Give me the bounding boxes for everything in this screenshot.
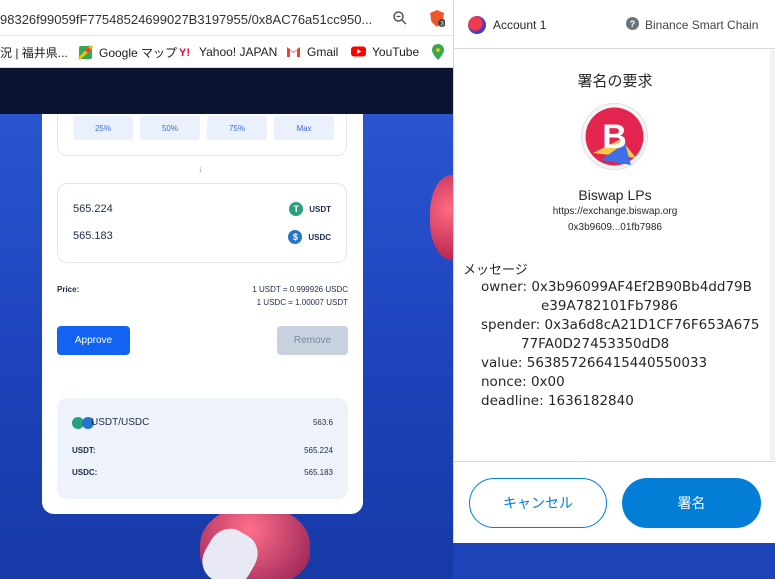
dapp-header xyxy=(0,68,453,114)
message-row-nonce: nonce: 0x00 xyxy=(481,373,771,392)
message-value: 0x00 xyxy=(530,374,565,390)
network-help-icon: ? xyxy=(626,17,639,30)
bookmark-label: Yahoo! JAPAN xyxy=(199,44,278,59)
yahoo-icon: Y! xyxy=(179,47,190,59)
remove-button[interactable]: Remove xyxy=(277,326,348,355)
url-text[interactable]: 98326f99059fF77548524699027B3197955/0x8A… xyxy=(0,12,380,27)
site-url: https://exchange.biswap.org xyxy=(552,206,678,217)
token-a-amount: 565.224 xyxy=(73,203,113,215)
metamask-footer: キャンセル 署名 xyxy=(454,461,775,543)
message-row-spender: spender: 0x3a6d8cA21D1CF76F653A675 xyxy=(481,316,771,335)
account-name[interactable]: Account 1 xyxy=(493,18,546,32)
bookmark-google-maps[interactable]: Google マップ xyxy=(78,44,177,61)
message-key: spender: xyxy=(481,317,541,333)
cancel-button[interactable]: キャンセル xyxy=(469,478,607,528)
pool-row-value: 565.224 xyxy=(304,446,333,455)
svg-text:Y!: Y! xyxy=(179,47,190,59)
pool-row-value: 565.183 xyxy=(304,468,333,477)
price-line-2: 1 USDC = 1.00007 USDT xyxy=(256,298,348,307)
account-avatar[interactable] xyxy=(468,16,486,34)
token-a: T USDT xyxy=(289,202,331,216)
token-b: $ USDC xyxy=(288,230,331,244)
address-bar[interactable]: 98326f99059fF77548524699027B3197955/0x8A… xyxy=(0,0,453,36)
bookmarks-bar: 況 | 福井県... Google マップ Y! Yahoo! JAPAN Gm… xyxy=(0,36,453,68)
biswap-logo-icon: B xyxy=(581,103,648,170)
pool-row-label: USDC: xyxy=(72,468,98,477)
liquidity-card: 25% 50% 75% Max ↓ 565.224 T USDT 565.183… xyxy=(42,114,363,514)
message-body: owner: 0x3b96099AF4Ef2B90Bb4dd79B e39A78… xyxy=(481,278,771,411)
percent-50-button[interactable]: 50% xyxy=(140,116,200,140)
usdc-icon: $ xyxy=(288,230,303,244)
metamask-header: Account 1 ? Binance Smart Chain xyxy=(454,0,775,49)
message-key: owner: xyxy=(481,279,528,295)
message-row-owner: owner: 0x3b96099AF4Ef2B90Bb4dd79B xyxy=(481,278,771,297)
price-label: Price: xyxy=(57,285,80,294)
percent-max-button[interactable]: Max xyxy=(274,116,334,140)
map-pin-icon[interactable] xyxy=(432,44,444,60)
message-value: 1636182840 xyxy=(547,393,634,409)
message-value: 0x3b96099AF4Ef2B90Bb4dd79B xyxy=(531,279,752,295)
percent-75-button[interactable]: 75% xyxy=(207,116,267,140)
token-b-symbol: USDC xyxy=(308,232,331,242)
sign-button[interactable]: 署名 xyxy=(622,478,761,528)
message-key: deadline: xyxy=(481,393,544,409)
token-a-symbol: USDT xyxy=(309,204,331,214)
usdt-icon: T xyxy=(289,202,304,216)
pool-pair-value: 563.6 xyxy=(312,418,333,427)
gmail-icon xyxy=(287,47,300,57)
receive-amounts: 565.224 T USDT 565.183 $ USDC xyxy=(57,183,347,263)
percent-25-button[interactable]: 25% xyxy=(73,116,133,140)
google-maps-icon xyxy=(78,45,93,60)
youtube-icon xyxy=(351,46,366,57)
bookmark-yahoo[interactable]: Y! Yahoo! JAPAN xyxy=(178,44,278,60)
message-value-cont: e39A782101Fb7986 xyxy=(541,298,678,314)
message-value: 0x3a6d8cA21D1CF76F653A675 xyxy=(544,317,760,333)
bookmark-youtube[interactable]: YouTube xyxy=(351,44,419,59)
bookmark-label: YouTube xyxy=(372,44,420,59)
pool-pair-name: USDT/USDC xyxy=(91,417,150,428)
bookmark-item[interactable]: 況 | 福井県... xyxy=(0,44,68,61)
pool-row-label: USDT: xyxy=(72,446,96,455)
arrow-down-icon: ↓ xyxy=(198,164,203,175)
zoom-icon[interactable] xyxy=(392,10,408,26)
bookmark-label: 況 | 福井県... xyxy=(0,46,68,60)
network-name[interactable]: Binance Smart Chain xyxy=(645,18,758,32)
price-line-1: 1 USDT = 0.999926 USDC xyxy=(252,285,348,294)
scrollbar[interactable] xyxy=(770,50,775,460)
signature-request-title: 署名の要求 xyxy=(577,73,653,90)
contract-address: 0x3b9609...01fb7986 xyxy=(568,222,662,233)
message-row-value: value: 563857266415440550033 xyxy=(481,354,771,373)
percent-selector: 25% 50% 75% Max xyxy=(57,114,347,156)
brave-shield-icon[interactable]: 3 xyxy=(429,10,445,27)
message-key: nonce: xyxy=(481,374,527,390)
message-value-cont: 77FA0D27453350dD8 xyxy=(521,336,670,352)
metamask-popup: Account 1 ? Binance Smart Chain 署名の要求 B … xyxy=(453,0,775,543)
message-value: 563857266415440550033 xyxy=(526,355,708,371)
pool-position: USDT/USDC 563.6 USDT: 565.224 USDC: 565.… xyxy=(57,398,348,499)
site-name: Biswap LPs xyxy=(578,187,652,203)
message-key: value: xyxy=(481,355,523,371)
svg-text:B: B xyxy=(602,118,627,156)
message-row-deadline: deadline: 1636182840 xyxy=(481,392,771,411)
bookmark-label: Google マップ xyxy=(99,46,178,60)
token-b-amount: 565.183 xyxy=(73,230,113,242)
bookmark-gmail[interactable]: Gmail xyxy=(286,44,338,59)
message-label: メッセージ xyxy=(463,262,528,277)
approve-button[interactable]: Approve xyxy=(57,326,130,355)
bookmark-label: Gmail xyxy=(307,44,339,59)
